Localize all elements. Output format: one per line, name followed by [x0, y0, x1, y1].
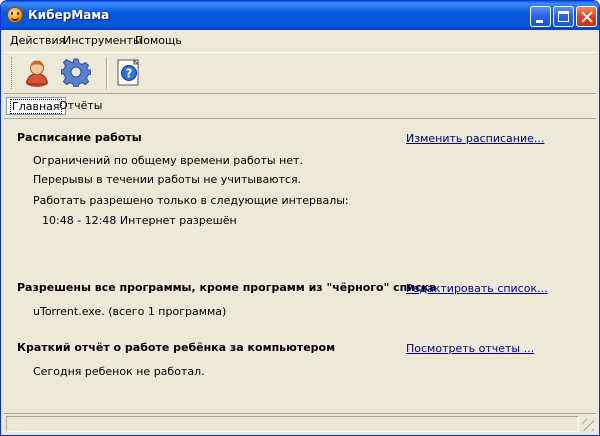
schedule-line: Перерывы в течении работы не учитываются… — [33, 173, 302, 186]
resize-grip-icon[interactable] — [582, 419, 594, 431]
main-window: КиберМама Действия Инструменты Помощь ? … — [0, 0, 600, 436]
title-bar[interactable]: КиберМама — [1, 1, 599, 30]
report-title: Краткий отчёт о работе ребёнка за компью… — [17, 341, 336, 354]
schedule-interval: 10:48 - 12:48 Интернет разрешён — [42, 214, 237, 227]
view-reports-link[interactable]: Посмотреть отчеты ... — [406, 342, 534, 355]
maximize-button[interactable] — [553, 6, 574, 27]
status-field — [6, 416, 579, 432]
menu-actions[interactable]: Действия — [10, 34, 65, 47]
gear-icon — [60, 58, 92, 88]
minimize-button[interactable] — [530, 6, 551, 27]
menu-tools[interactable]: Инструменты — [63, 34, 142, 47]
app-logo-icon[interactable] — [7, 7, 23, 23]
close-button[interactable] — [576, 6, 597, 27]
edit-schedule-link[interactable]: Изменить расписание... — [406, 132, 544, 145]
menu-help[interactable]: Помощь — [135, 34, 182, 47]
help-icon: ? — [117, 58, 140, 86]
window-title: КиберМама — [28, 8, 110, 22]
schedule-line: Ограничений по общему времени работы нет… — [33, 154, 303, 167]
schedule-title: Расписание работы — [17, 131, 142, 144]
help-button[interactable]: ? — [114, 57, 144, 87]
toolbar-grip[interactable] — [11, 57, 14, 89]
user-icon — [26, 60, 48, 87]
toolbar-separator — [106, 57, 108, 89]
status-bar — [4, 413, 596, 433]
report-line: Сегодня ребенок не работал. — [33, 365, 205, 378]
user-button[interactable] — [22, 57, 52, 87]
programs-line: uTorrent.exe. (всего 1 программа) — [33, 305, 227, 318]
svg-text:?: ? — [126, 67, 133, 81]
menu-bar: Действия Инструменты Помощь — [4, 31, 598, 51]
settings-button[interactable] — [60, 57, 92, 88]
programs-title: Разрешены все программы, кроме программ … — [17, 281, 437, 294]
tab-main-label: Главная — [10, 99, 62, 114]
schedule-line: Работать разрешено только в следующие ин… — [33, 194, 349, 207]
tab-reports[interactable]: Отчёты — [56, 97, 105, 115]
edit-list-link[interactable]: Редактировать список... — [406, 282, 548, 295]
main-panel: Расписание работы Изменить расписание...… — [4, 118, 596, 411]
toolbar: ? — [4, 52, 596, 94]
